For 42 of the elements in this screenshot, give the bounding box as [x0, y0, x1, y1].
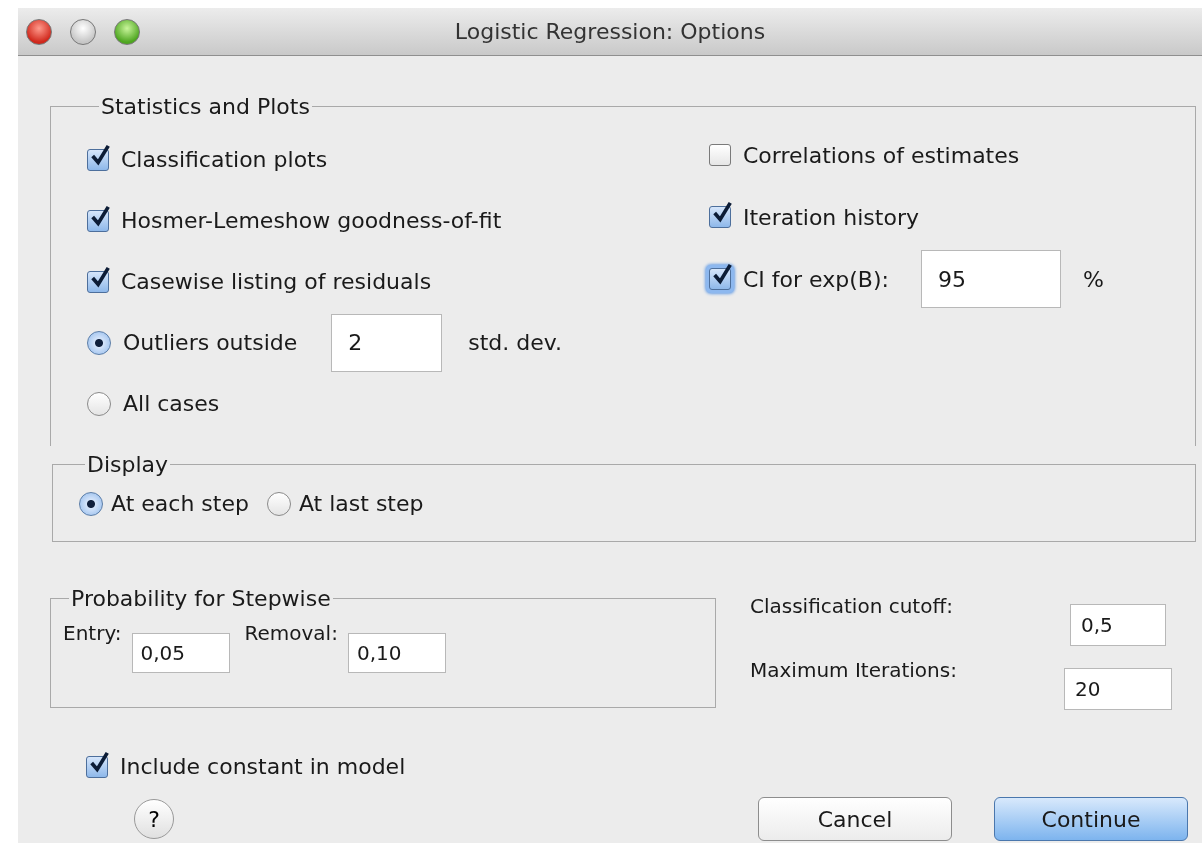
checkbox[interactable]	[87, 148, 109, 171]
minimize-icon[interactable]	[70, 18, 96, 45]
radio-button[interactable]	[87, 391, 111, 416]
option-label: Iteration history	[743, 204, 919, 230]
field-label: Entry:	[63, 621, 122, 645]
input-field[interactable]: 2	[331, 313, 443, 372]
field-label: Maximum Iterations:	[750, 658, 958, 682]
continue-button[interactable]: Continue	[994, 797, 1188, 841]
checkbox[interactable]	[86, 755, 108, 778]
input-field[interactable]: 95	[920, 250, 1061, 308]
input-field[interactable]: 0,5	[1070, 604, 1166, 646]
input-field[interactable]: 20	[1064, 668, 1172, 710]
option-label: Classification plots	[121, 147, 328, 172]
zoom-icon[interactable]	[114, 18, 140, 45]
option-label: CI for exp(B):	[743, 266, 889, 292]
group-title: Statistics and Plots	[100, 94, 311, 119]
checkbox[interactable]	[709, 144, 731, 166]
radio-button[interactable]	[79, 491, 103, 516]
unit-label: std. dev.	[468, 330, 563, 355]
checkbox[interactable]	[87, 270, 109, 293]
radio-button[interactable]	[87, 330, 111, 355]
window-title: Logistic Regression: Options	[454, 19, 766, 44]
input-field[interactable]: 0,10	[347, 633, 446, 673]
close-icon[interactable]	[26, 18, 52, 45]
help-button[interactable]: ?	[134, 799, 174, 839]
option-label: All cases	[123, 391, 220, 416]
radio-button[interactable]	[266, 491, 291, 516]
option-label: At each step	[111, 491, 249, 516]
option-label: Include constant in model	[120, 754, 406, 779]
option-label: Casewise listing of residuals	[121, 269, 432, 294]
cancel-button[interactable]: Cancel	[758, 797, 952, 841]
option-label: At last step	[298, 491, 424, 516]
unit-label: %	[1082, 266, 1104, 292]
checkbox[interactable]	[87, 209, 109, 232]
option-label: Outliers outside	[123, 330, 298, 355]
group-title: Display	[86, 452, 170, 477]
group-title: Probability for Stepwise	[70, 586, 332, 611]
field-label: Classification cutoff:	[750, 594, 954, 618]
field-label: Removal:	[244, 621, 338, 645]
option-label: Hosmer-Lemeshow goodness-of-fit	[121, 208, 502, 233]
option-label: Correlations of estimates	[743, 142, 1020, 168]
input-field[interactable]: 0,05	[131, 633, 230, 673]
